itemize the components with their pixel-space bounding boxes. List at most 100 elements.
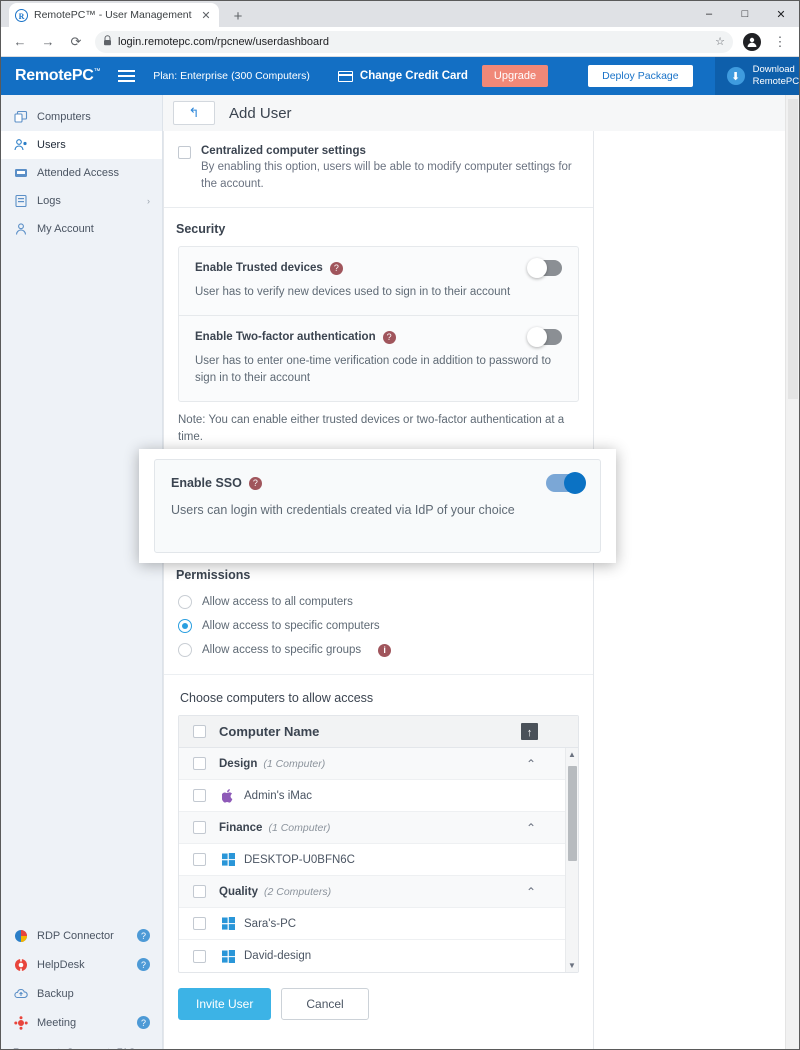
sidebar-item-backup[interactable]: Backup [1, 979, 162, 1008]
enable-sso-toggle[interactable] [546, 472, 586, 494]
main-content: ↰ Add User Centralized computer settings… [163, 95, 799, 1049]
scroll-up-icon[interactable]: ▲ [566, 748, 578, 761]
bookmark-star-icon[interactable]: ☆ [715, 35, 725, 48]
row-checkbox[interactable] [193, 821, 206, 834]
back-button[interactable]: ↰ [173, 101, 215, 125]
computers-list-scrollbar[interactable]: ▲ ▼ [565, 748, 578, 972]
help-icon[interactable]: ? [137, 1016, 150, 1029]
trusted-devices-description: User has to verify new devices used to s… [195, 286, 511, 298]
row-checkbox[interactable] [193, 885, 206, 898]
help-icon[interactable]: ? [329, 261, 343, 275]
row-checkbox[interactable] [193, 757, 206, 770]
sidebar-item-helpdesk[interactable]: HelpDesk ? [1, 950, 162, 979]
invite-user-button[interactable]: Invite User [178, 988, 272, 1020]
computers-table: Computer Name ↑ Design (1 Computer) ⌃ Ad… [178, 715, 579, 973]
windows-icon [222, 949, 236, 963]
sidebar-item-users[interactable]: Users [1, 131, 162, 159]
sidebar-item-my-account[interactable]: My Account [1, 215, 162, 243]
table-row[interactable]: Sara's-PC [179, 908, 578, 940]
computer-name: DESKTOP-U0BFN6C [244, 853, 355, 866]
export-icon[interactable]: ↑ [521, 723, 538, 740]
table-row[interactable]: Quality (2 Computers) ⌃ [179, 876, 578, 908]
sidebar-item-rdp-connector[interactable]: RDP Connector ? [1, 921, 162, 950]
chevron-up-icon[interactable]: ⌃ [526, 821, 536, 835]
sidebar-item-label: Users [37, 139, 66, 151]
select-all-checkbox[interactable] [193, 725, 206, 738]
sidebar-bottom-nav: RDP Connector ? HelpDesk ? Backup Meetin… [1, 921, 162, 1049]
table-row[interactable]: Finance (1 Computer) ⌃ [179, 812, 578, 844]
table-row[interactable]: David-design [179, 940, 578, 972]
permission-all-computers[interactable]: Allow access to all computers [164, 590, 593, 614]
permission-label: Allow access to specific computers [202, 620, 380, 632]
row-checkbox[interactable] [193, 917, 206, 930]
enable-sso-description: Users can login with credentials created… [171, 503, 515, 517]
form-area: Centralized computer settings By enablin… [163, 131, 799, 1049]
address-bar[interactable]: login.remotepc.com/rpcnew/userdashboard … [95, 30, 733, 53]
download-line2: RemotePC Viewer [752, 76, 800, 87]
plan-name: Plan: Enterprise [153, 70, 228, 82]
hamburger-menu-icon[interactable] [118, 70, 136, 82]
form-actions: Invite User Cancel [164, 973, 593, 1036]
table-row[interactable]: DESKTOP-U0BFN6C [179, 844, 578, 876]
scroll-thumb[interactable] [568, 766, 577, 861]
change-credit-card-button[interactable]: Change Credit Card [337, 70, 468, 82]
permission-specific-groups[interactable]: Allow access to specific groups i [164, 638, 593, 662]
sidebar-item-attended-access[interactable]: Attended Access [1, 159, 162, 187]
page-header: ↰ Add User [163, 95, 799, 131]
trusted-devices-label: Enable Trusted devices [195, 262, 323, 274]
new-tab-button[interactable]: + [225, 5, 251, 27]
chevron-up-icon[interactable]: ⌃ [526, 885, 536, 899]
page-scroll-thumb[interactable] [788, 99, 798, 399]
minimize-button[interactable]: – [691, 1, 727, 27]
my-account-icon [13, 222, 28, 237]
row-checkbox[interactable] [193, 949, 206, 963]
forward-icon[interactable]: → [35, 29, 61, 55]
row-checkbox[interactable] [193, 789, 206, 802]
group-name: Design [219, 757, 258, 770]
sidebar-item-meeting[interactable]: Meeting ? [1, 1008, 162, 1037]
close-tab-icon[interactable]: ✕ [199, 9, 213, 22]
chrome-profile-avatar[interactable] [743, 32, 761, 51]
two-factor-toggle[interactable] [527, 327, 562, 347]
browser-titlebar: R RemotePC™ - User Management ✕ + – □ ✕ [1, 1, 799, 27]
remotepc-logo[interactable]: RemotePC ™ [1, 67, 101, 85]
help-icon[interactable]: ? [137, 958, 150, 971]
cancel-button[interactable]: Cancel [281, 988, 369, 1020]
column-header-computer-name: Computer Name [219, 724, 320, 739]
group-name: Quality [219, 885, 258, 898]
chrome-menu-icon[interactable]: ⋮ [767, 29, 793, 55]
backup-icon [13, 986, 28, 1001]
help-icon[interactable]: ? [137, 929, 150, 942]
permission-specific-computers[interactable]: Allow access to specific computers [164, 614, 593, 638]
help-icon[interactable]: ? [382, 330, 396, 344]
sidebar-item-logs[interactable]: Logs › [1, 187, 162, 215]
table-row[interactable]: Design (1 Computer) ⌃ [179, 748, 578, 780]
centralized-settings-checkbox[interactable] [178, 146, 191, 159]
deploy-package-button[interactable]: Deploy Package [588, 65, 693, 87]
table-row[interactable]: Admin's iMac [179, 780, 578, 812]
reload-icon[interactable]: ⟳ [63, 29, 89, 55]
sidebar-item-computers[interactable]: Computers [1, 103, 162, 131]
enable-sso-label: Enable SSO [171, 476, 242, 490]
help-icon[interactable]: ? [248, 476, 262, 490]
download-viewer-button[interactable]: ⬇ Download RemotePC Viewer [714, 57, 800, 95]
users-icon [13, 138, 28, 153]
apple-icon [222, 788, 236, 803]
browser-tab[interactable]: R RemotePC™ - User Management ✕ [9, 3, 219, 27]
computers-icon [13, 110, 28, 125]
row-checkbox[interactable] [193, 853, 206, 866]
svg-text:R: R [19, 12, 25, 21]
maximize-button[interactable]: □ [727, 1, 763, 27]
close-window-button[interactable]: ✕ [763, 1, 799, 27]
browser-toolbar: ← → ⟳ login.remotepc.com/rpcnew/userdash… [1, 27, 799, 57]
back-icon[interactable]: ← [7, 29, 33, 55]
window-controls: – □ ✕ [691, 1, 799, 27]
trusted-devices-toggle[interactable] [527, 258, 562, 278]
upgrade-button[interactable]: Upgrade [481, 65, 549, 87]
scroll-down-icon[interactable]: ▼ [566, 959, 578, 972]
page-scrollbar[interactable] [785, 95, 799, 1049]
lock-icon [103, 35, 112, 48]
chevron-up-icon[interactable]: ⌃ [526, 757, 536, 771]
info-icon[interactable]: i [378, 643, 392, 657]
credit-card-icon [337, 70, 353, 82]
